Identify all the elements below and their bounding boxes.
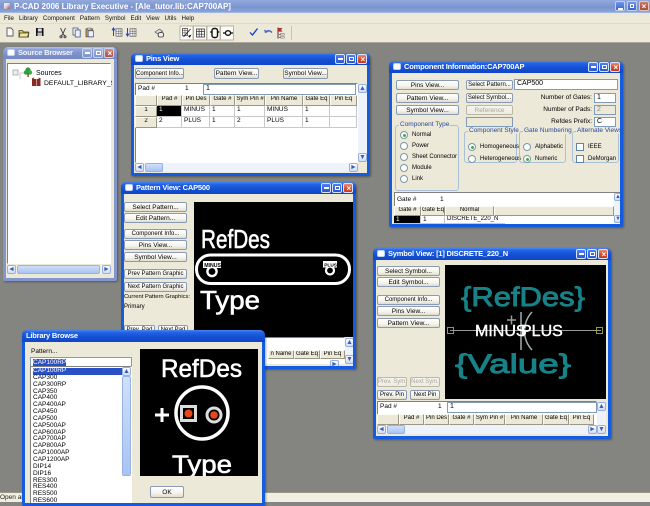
svg-text:Type: Type xyxy=(200,285,260,315)
svg-text:{RefDes}: {RefDes} xyxy=(461,282,585,312)
svg-text:Type: Type xyxy=(172,451,232,476)
svg-text:MINUS: MINUS xyxy=(204,263,221,269)
svg-text:RefDes: RefDes xyxy=(201,224,270,254)
svg-text:PLUS: PLUS xyxy=(324,262,338,268)
svg-text:PLUS: PLUS xyxy=(521,323,563,340)
svg-text:DEFAULT_LIBRARY_SET: DEFAULT_LIBRARY_SET xyxy=(44,80,112,87)
svg-text:MINUS: MINUS xyxy=(475,323,527,340)
svg-text:Sources: Sources xyxy=(36,70,62,77)
svg-text:{Value}: {Value} xyxy=(455,349,571,379)
svg-text:RefDes: RefDes xyxy=(161,355,242,383)
